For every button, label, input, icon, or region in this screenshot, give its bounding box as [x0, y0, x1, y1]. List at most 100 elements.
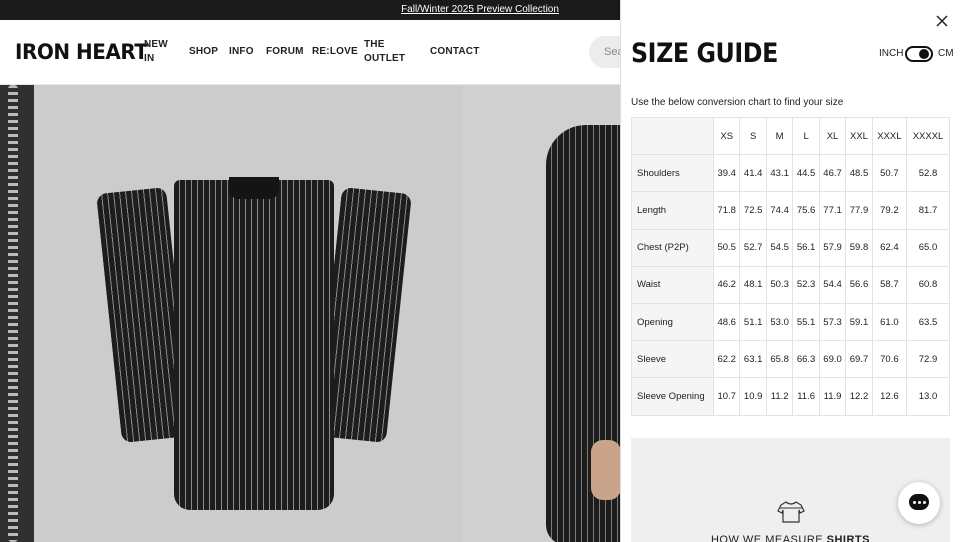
nav-relove[interactable]: RE:LOVE: [312, 45, 358, 59]
measurement-label: Waist: [631, 265, 714, 304]
measurement-value: 12.2: [845, 377, 873, 416]
unit-cm-label[interactable]: CM: [938, 48, 954, 59]
measurement-value: 62.4: [871, 228, 908, 267]
zipper-detail: [8, 85, 18, 542]
measurement-value: 10.9: [739, 377, 767, 416]
measurement-value: 77.9: [845, 191, 873, 230]
measurement-value: 61.0: [871, 302, 908, 342]
measurement-value: 59.8: [845, 228, 873, 267]
measurement-value: 74.4: [765, 191, 794, 230]
size-guide-intro: Use the below conversion chart to find y…: [631, 97, 844, 108]
measurement-value: 63.5: [906, 302, 950, 342]
logo[interactable]: IRON HEART: [15, 40, 148, 64]
measurement-value: 11.9: [818, 377, 847, 416]
nav-forum[interactable]: FORUM: [266, 45, 304, 59]
shirt-collar: [229, 177, 279, 199]
size-column-header: XXXXL: [906, 116, 950, 156]
measurement-value: 57.9: [818, 228, 847, 267]
size-column-header: XL: [818, 116, 847, 156]
measurement-value: 50.5: [712, 228, 741, 267]
measure-heading: HOW WE MEASURE SHIRTS: [631, 534, 950, 542]
measurement-value: 39.4: [712, 154, 741, 193]
unit-inch-label[interactable]: INCH: [879, 48, 903, 59]
nav-label: THE: [364, 39, 385, 50]
measurement-value: 57.3: [818, 302, 847, 342]
measure-prefix: HOW WE MEASURE: [710, 534, 827, 542]
table-row: Waist 46.2 48.1 50.3 52.3 54.4 56.6 58.7 60.8: [631, 265, 950, 304]
measurement-value: 46.7: [818, 154, 847, 193]
gallery-image-prev[interactable]: [0, 85, 34, 542]
measurement-value: 62.2: [712, 340, 741, 379]
measurement-value: 56.1: [792, 228, 820, 267]
measurement-value: 10.7: [712, 377, 741, 416]
table-row: Chest (P2P) 50.5 52.7 54.5 56.1 57.9 59.8 62.4 6…: [631, 228, 950, 267]
measurement-value: 44.5: [792, 154, 820, 193]
measurement-value: 11.6: [792, 377, 820, 416]
measurement-value: 72.9: [906, 340, 950, 379]
measurement-value: 60.8: [906, 265, 950, 304]
measurement-value: 75.6: [792, 191, 820, 230]
nav-label: IN: [144, 53, 155, 64]
measurement-value: 52.7: [739, 228, 767, 267]
measurement-value: 13.0: [906, 377, 950, 416]
chat-button[interactable]: [898, 482, 940, 524]
measure-bold: SHIRTS: [826, 534, 870, 542]
chat-icon: [909, 494, 929, 510]
nav-label: OUTLET: [364, 53, 406, 64]
shirt-icon: [777, 501, 805, 523]
measurement-value: 46.2: [712, 265, 741, 304]
size-column-header: L: [792, 116, 820, 156]
measurement-value: 54.5: [765, 228, 794, 267]
nav-the-outlet[interactable]: THE OUTLET: [364, 38, 405, 66]
table-row: Shoulders 39.4 41.4 43.1 44.5 46.7 48.5 50.7 52.…: [631, 154, 950, 193]
measurement-value: 48.5: [845, 154, 873, 193]
gallery-image-main[interactable]: [34, 85, 462, 542]
close-icon[interactable]: [933, 12, 951, 30]
shirt-image: [174, 180, 334, 510]
measurement-value: 77.1: [818, 191, 847, 230]
measurement-value: 53.0: [765, 302, 794, 342]
model-hand: [591, 440, 620, 500]
measurement-value: 41.4: [739, 154, 767, 193]
product-gallery[interactable]: [0, 85, 620, 542]
measurement-value: 48.6: [712, 302, 741, 342]
size-column-header: S: [739, 116, 767, 156]
measurement-value: 51.1: [739, 302, 767, 342]
nav-new-in[interactable]: NEW IN: [144, 38, 168, 66]
measurement-value: 65.0: [906, 228, 950, 267]
measurement-value: 69.7: [845, 340, 873, 379]
nav-contact[interactable]: CONTACT: [430, 45, 480, 59]
measurement-value: 79.2: [871, 191, 908, 230]
measurement-label: Sleeve: [631, 340, 714, 379]
measurement-value: 50.3: [765, 265, 794, 304]
size-guide-drawer: SIZE GUIDE INCH CM Use the below convers…: [620, 0, 960, 542]
measurement-value: 43.1: [765, 154, 794, 193]
measurement-value: 50.7: [871, 154, 908, 193]
measurement-label: Length: [631, 191, 714, 230]
toggle-knob: [919, 49, 929, 59]
announcement-link[interactable]: Fall/Winter 2025 Preview Collection: [401, 4, 559, 15]
measurement-value: 72.5: [739, 191, 767, 230]
measurement-label: Sleeve Opening: [631, 377, 714, 416]
measurement-value: 56.6: [845, 265, 873, 304]
measurement-value: 52.3: [792, 265, 820, 304]
measurement-value: 81.7: [906, 191, 950, 230]
measurement-value: 70.6: [871, 340, 908, 379]
measurement-value: 69.0: [818, 340, 847, 379]
unit-toggle[interactable]: [905, 46, 933, 62]
gallery-image-model[interactable]: [466, 85, 620, 542]
nav-shop[interactable]: SHOP: [189, 45, 218, 59]
measurement-value: 11.2: [765, 377, 794, 416]
size-column-header: XXXL: [871, 116, 908, 156]
measurement-value: 54.4: [818, 265, 847, 304]
measurement-value: 52.8: [906, 154, 950, 193]
nav-info[interactable]: INFO: [229, 45, 254, 59]
measurement-label: Opening: [631, 302, 714, 342]
measurement-value: 71.8: [712, 191, 741, 230]
table-row: Sleeve Opening 10.7 10.9 11.2 11.6 11.9 12.2 12…: [631, 377, 950, 416]
measurement-value: 12.6: [871, 377, 908, 416]
size-table: XS S M L XL XXL XXXL XXXXL Shoulders 39.4 41.4 43.…: [631, 116, 950, 416]
size-column-header: M: [765, 116, 794, 156]
measurement-value: 48.1: [739, 265, 767, 304]
measurement-value: 55.1: [792, 302, 820, 342]
